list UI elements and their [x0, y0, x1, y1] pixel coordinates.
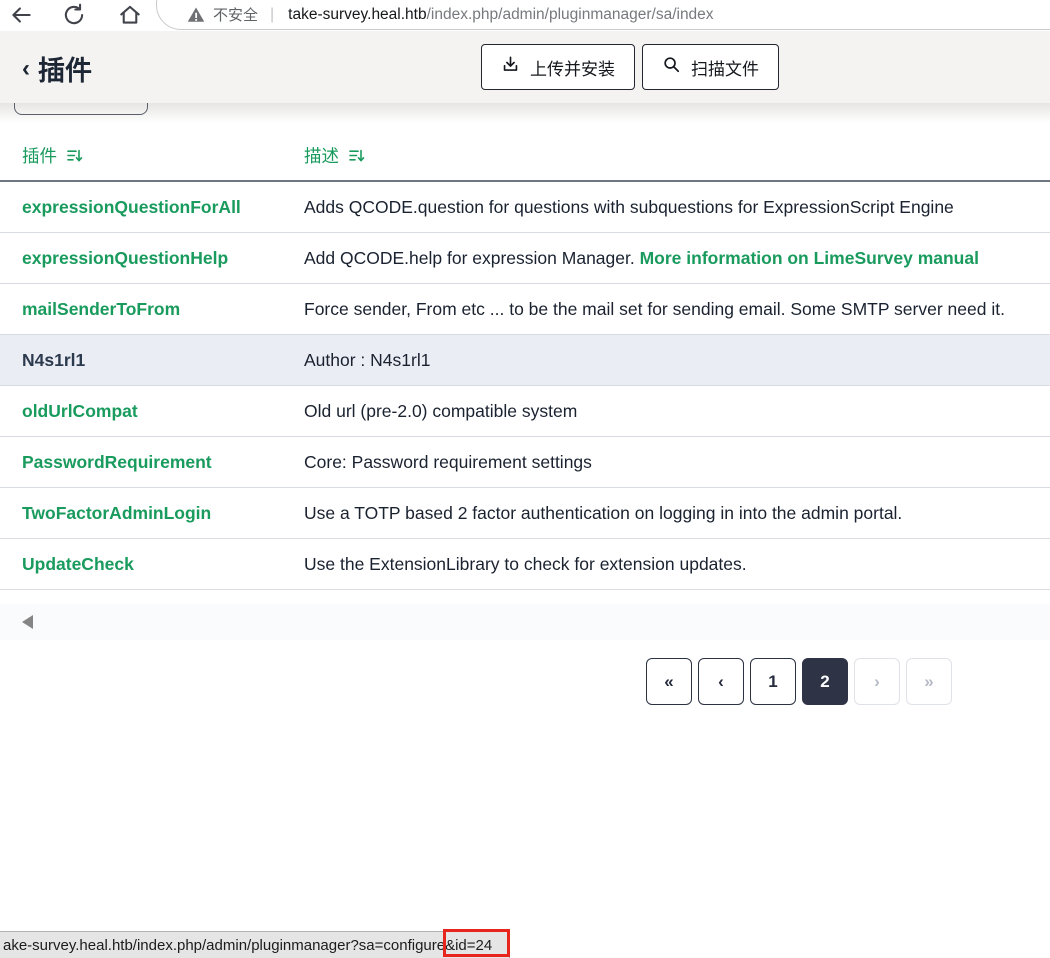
column-header-description-label: 描述 [304, 146, 339, 166]
plugin-description-cell: Use the ExtensionLibrary to check for ex… [304, 554, 1050, 575]
header-actions: 上传并安装 扫描文件 [481, 44, 779, 90]
plugin-name-link[interactable]: TwoFactorAdminLogin [22, 503, 211, 523]
pagination: « ‹ 1 2 › » [646, 658, 952, 705]
table-row[interactable]: TwoFactorAdminLogin Use a TOTP based 2 f… [0, 488, 1050, 539]
browser-toolbar: 不安全 | take-survey.heal.htb/index.php/adm… [0, 0, 1050, 31]
sort-icon[interactable] [348, 147, 365, 164]
plugin-description-cell: Add QCODE.help for expression Manager. M… [304, 248, 1050, 269]
plugin-description-text: Add QCODE.help for expression Manager. [304, 247, 640, 268]
pagination-button: » [906, 658, 952, 705]
plugin-name-cell: oldUrlCompat [0, 401, 304, 422]
url-path[interactable]: /index.php/admin/pluginmanager/sa/index [427, 6, 714, 24]
plugin-name-link[interactable]: N4s1rl1 [22, 350, 85, 370]
plugin-name-link[interactable]: mailSenderToFrom [22, 299, 180, 319]
column-header-plugin[interactable]: 插件 [0, 143, 304, 168]
scroll-left-arrow-icon[interactable] [22, 615, 33, 629]
url-host[interactable]: take-survey.heal.htb [288, 6, 426, 24]
refresh-icon[interactable] [61, 2, 87, 28]
upload-icon [501, 55, 520, 79]
plugin-description-cell: Use a TOTP based 2 factor authentication… [304, 503, 1050, 524]
status-url-prefix: ake-survey.heal.htb/index.php/admin/plug… [3, 936, 446, 954]
url-divider: | [270, 5, 275, 23]
not-secure-warning-icon[interactable] [187, 6, 205, 24]
header-shadow [0, 103, 1050, 123]
plugin-name-link[interactable]: expressionQuestionHelp [22, 248, 228, 268]
back-chevron-icon[interactable]: ‹ [22, 55, 30, 83]
plugin-description-cell: Adds QCODE.question for questions with s… [304, 197, 1050, 218]
table-row[interactable]: expressionQuestionForAll Adds QCODE.ques… [0, 182, 1050, 233]
plugin-description-link[interactable]: More information on LimeSurvey manual [640, 248, 979, 268]
pagination-button: › [854, 658, 900, 705]
table-row[interactable]: N4s1rl1 Author : N4s1rl1 [0, 335, 1050, 386]
column-header-description[interactable]: 描述 [304, 143, 1050, 168]
table-row[interactable]: mailSenderToFrom Force sender, From etc … [0, 284, 1050, 335]
table-row[interactable]: expressionQuestionHelp Add QCODE.help fo… [0, 233, 1050, 284]
plugin-description-cell: Force sender, From etc ... to be the mai… [304, 299, 1050, 320]
plugin-description-text: Core: Password requirement settings [304, 451, 592, 472]
plugin-name-cell: expressionQuestionForAll [0, 197, 304, 218]
table-row[interactable]: PasswordRequirement Core: Password requi… [0, 437, 1050, 488]
plugin-name-cell: PasswordRequirement [0, 452, 304, 473]
pagination-button[interactable]: « [646, 658, 692, 705]
plugin-description-cell: Core: Password requirement settings [304, 452, 1050, 473]
table-header-row: 插件 描述 [0, 131, 1050, 182]
plugin-description-text: Force sender, From etc ... to be the mai… [304, 298, 1005, 319]
plugin-description-cell: Author : N4s1rl1 [304, 350, 1050, 371]
page-header: ‹ 插件 上传并安装 扫描文件 [0, 31, 1050, 103]
table-row[interactable]: oldUrlCompat Old url (pre-2.0) compatibl… [0, 386, 1050, 437]
plugin-name-cell: expressionQuestionHelp [0, 248, 304, 269]
sort-icon[interactable] [66, 147, 83, 164]
plugin-description-text: Adds QCODE.question for questions with s… [304, 196, 954, 217]
address-bar[interactable]: 不安全 | take-survey.heal.htb/index.php/adm… [156, 0, 1050, 30]
plugin-name-cell: UpdateCheck [0, 554, 304, 575]
pagination-button[interactable]: 2 [802, 658, 848, 705]
plugin-description-cell: Old url (pre-2.0) compatible system [304, 401, 1050, 422]
plugin-name-cell: mailSenderToFrom [0, 299, 304, 320]
plugin-description-text: Author : N4s1rl1 [304, 349, 431, 370]
plugin-name-link[interactable]: oldUrlCompat [22, 401, 138, 421]
plugin-name-link[interactable]: expressionQuestionForAll [22, 197, 241, 217]
pagination-button[interactable]: 1 [750, 658, 796, 705]
scan-files-label: 扫描文件 [691, 59, 759, 79]
page-title: ‹ 插件 [22, 49, 92, 88]
plugin-description-text: Old url (pre-2.0) compatible system [304, 400, 578, 421]
plugin-description-text: Use the ExtensionLibrary to check for ex… [304, 553, 747, 574]
scan-files-button[interactable]: 扫描文件 [642, 44, 779, 90]
home-icon[interactable] [117, 2, 143, 28]
plugin-name-cell: TwoFactorAdminLogin [0, 503, 304, 524]
page-title-text: 插件 [38, 56, 92, 86]
table-row[interactable]: UpdateCheck Use the ExtensionLibrary to … [0, 539, 1050, 590]
status-bar-link-preview: ake-survey.heal.htb/index.php/admin/plug… [0, 931, 510, 958]
table-body: expressionQuestionForAll Adds QCODE.ques… [0, 182, 1050, 590]
not-secure-label[interactable]: 不安全 [213, 4, 258, 25]
status-url-highlighted: &id=24 [445, 936, 493, 954]
plugin-name-link[interactable]: PasswordRequirement [22, 452, 212, 472]
plugin-name-link[interactable]: UpdateCheck [22, 554, 134, 574]
plugin-table: 插件 描述 expressionQuestionForAll Adds QCOD… [0, 131, 1050, 590]
upload-install-label: 上传并安装 [530, 59, 615, 79]
plugin-description-text: Use a TOTP based 2 factor authentication… [304, 502, 903, 523]
upload-install-button[interactable]: 上传并安装 [481, 44, 635, 90]
column-header-plugin-label: 插件 [22, 146, 57, 166]
plugin-name-cell: N4s1rl1 [0, 350, 304, 371]
back-icon[interactable] [8, 2, 34, 28]
search-icon [662, 55, 681, 79]
horizontal-scroll-strip [0, 604, 1050, 640]
pagination-button[interactable]: ‹ [698, 658, 744, 705]
